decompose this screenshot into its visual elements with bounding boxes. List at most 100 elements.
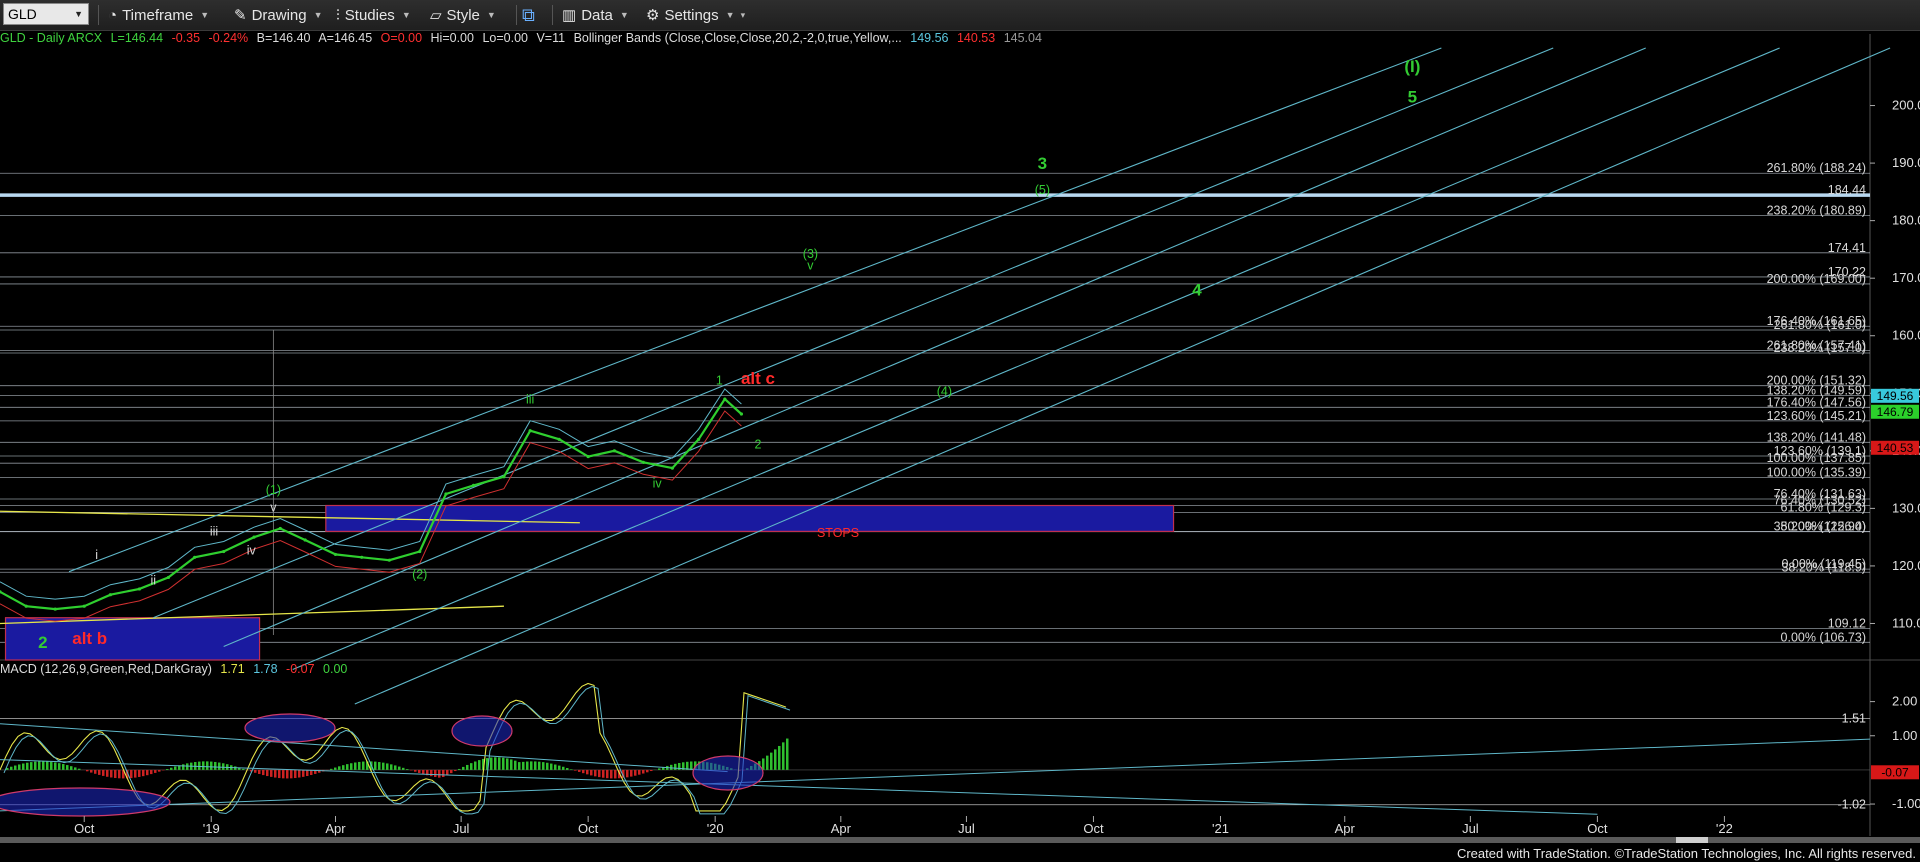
- macd-histogram-bar: [630, 769, 633, 777]
- macd-histogram-bar: [422, 769, 425, 775]
- macd-axis-label: 2.00: [1892, 694, 1917, 709]
- x-axis-label: Oct: [1587, 821, 1608, 836]
- toolbar-divider: [98, 5, 99, 25]
- chevron-down-icon[interactable]: ▼: [74, 9, 83, 19]
- price-point: [303, 538, 307, 542]
- chevron-down-icon: ▼: [313, 10, 323, 20]
- macd-histogram-bar: [406, 769, 409, 770]
- macd-histogram-bar: [110, 769, 113, 778]
- bollinger-mid: 145.04: [1003, 31, 1042, 45]
- price-point: [528, 429, 532, 433]
- credit-text: Created with TradeStation. ©TradeStation…: [1456, 846, 1916, 861]
- macd-histogram-bar: [222, 763, 225, 770]
- symbol-input[interactable]: GLD ▼: [3, 3, 89, 25]
- price-point: [723, 397, 727, 401]
- bollinger-label: Bollinger Bands (Close,Close,Close,20,2,…: [573, 31, 902, 45]
- macd-histogram-bar: [550, 763, 553, 770]
- macd-histogram-bar: [186, 763, 189, 770]
- wave-label: 2: [38, 633, 47, 652]
- support-box: [325, 504, 1175, 532]
- macd-histogram-bar: [466, 764, 469, 770]
- studies-menu[interactable]: ⫶ Studies ▼: [336, 4, 411, 26]
- fib-label: 100.00% (137.85): [1767, 451, 1866, 465]
- macd-histogram-bar: [98, 769, 101, 775]
- macd-histogram-bar: [42, 761, 45, 770]
- macd-histogram-bar: [410, 769, 413, 771]
- wave-label: iv: [653, 477, 663, 491]
- price-series-line: [0, 397, 743, 611]
- macd-histogram-bar: [498, 757, 501, 770]
- macd-histogram-bar: [534, 761, 537, 770]
- macd-signal: 1.78: [253, 662, 278, 676]
- macd-histogram-bar: [390, 764, 393, 770]
- fib-label: 123.60% (145.21): [1767, 409, 1866, 423]
- x-axis-label: '20: [707, 821, 724, 836]
- macd-histogram-bar: [150, 769, 153, 775]
- macd-histogram-bar: [458, 768, 461, 770]
- macd-histogram-bar: [22, 763, 25, 770]
- chevron-down-icon: ▼: [200, 10, 210, 20]
- macd-histogram-bar: [474, 761, 477, 770]
- wave-label: v: [270, 500, 277, 514]
- settings-menu[interactable]: ⚙ Settings ▼ ▾: [646, 4, 745, 26]
- macd-histogram-bar: [270, 769, 273, 777]
- wave-label: (4): [937, 385, 952, 399]
- macd-histogram-bar: [214, 761, 217, 770]
- macd-zero: 0.00: [323, 662, 348, 676]
- layout-icon[interactable]: ⧉: [522, 4, 535, 26]
- macd-histogram-bar: [334, 767, 337, 770]
- price-chart[interactable]: 261.80% (188.24) 184.44 238.20% (180.89) 17…: [0, 0, 1920, 862]
- macd-histogram-bar: [646, 769, 649, 773]
- style-menu[interactable]: ▱ Style ▼: [430, 4, 496, 26]
- channel-line: [223, 47, 1646, 647]
- wave-label: 4: [1192, 280, 1202, 299]
- x-axis-label: Apr: [831, 821, 852, 836]
- data-menu[interactable]: ▥ Data ▼: [562, 4, 629, 26]
- macd-histogram-bar: [562, 766, 565, 770]
- bid-price: B=146.40: [256, 31, 311, 45]
- macd-histogram-bar: [394, 765, 397, 770]
- price-point: [641, 460, 645, 464]
- macd-histogram-bar: [606, 769, 609, 779]
- fib-label: 238.20% (157.0): [1774, 341, 1866, 355]
- wave-label: STOPS: [817, 526, 859, 540]
- macd-histogram-bar: [266, 769, 269, 777]
- macd-histogram-bar: [566, 768, 569, 770]
- macd-histogram-bar: [442, 769, 445, 778]
- macd-histogram-bar: [350, 763, 353, 770]
- macd-histogram-bar: [438, 769, 441, 778]
- macd-histogram-bar: [174, 766, 177, 770]
- overflow-chevron-icon: ▾: [740, 9, 746, 20]
- macd-histogram-bar: [14, 765, 17, 770]
- macd-histogram-bar: [354, 762, 357, 770]
- drawing-menu[interactable]: ✎ Drawing ▼: [234, 4, 323, 26]
- fib-label: 38.20% (118.9): [1781, 560, 1866, 574]
- fib-label: 100.00% (135.39): [1767, 465, 1866, 479]
- macd-histogram-bar: [262, 769, 265, 776]
- macd-histogram-bar: [202, 761, 205, 770]
- channel-line: [354, 47, 1891, 705]
- macd-histogram-bar: [198, 761, 201, 770]
- price-point: [670, 466, 674, 470]
- wave-label: iii: [210, 524, 218, 538]
- macd-histogram-bar: [502, 757, 505, 770]
- macd-info-bar: MACD (12,26,9,Green,Red,DarkGray) 1.71 1…: [0, 662, 352, 676]
- settings-label: Settings: [664, 6, 719, 24]
- macd-histogram-bar: [290, 769, 293, 779]
- macd-histogram-bar: [94, 769, 97, 774]
- price-badge-label: 140.53: [1877, 441, 1914, 455]
- fib-label: 261.80% (188.24): [1767, 161, 1866, 175]
- macd-histogram-bar: [114, 769, 117, 778]
- timeframe-menu[interactable]: ◔ Timeframe ▼: [108, 4, 209, 26]
- price-badge-label: 146.79: [1877, 405, 1914, 419]
- macd-histogram-bar: [786, 738, 789, 770]
- macd-histogram-bar: [434, 769, 437, 778]
- wave-label: (5): [1035, 183, 1050, 197]
- x-axis-label: Oct: [578, 821, 599, 836]
- fib-label: 0.00% (106.73): [1781, 630, 1866, 644]
- macd-histogram-bar: [570, 769, 573, 770]
- macd-histogram-bar: [510, 759, 513, 770]
- price-axis-label: 180.00: [1892, 213, 1920, 228]
- macd-histogram-bar: [478, 760, 481, 770]
- price-change-pct: -0.24%: [208, 31, 249, 45]
